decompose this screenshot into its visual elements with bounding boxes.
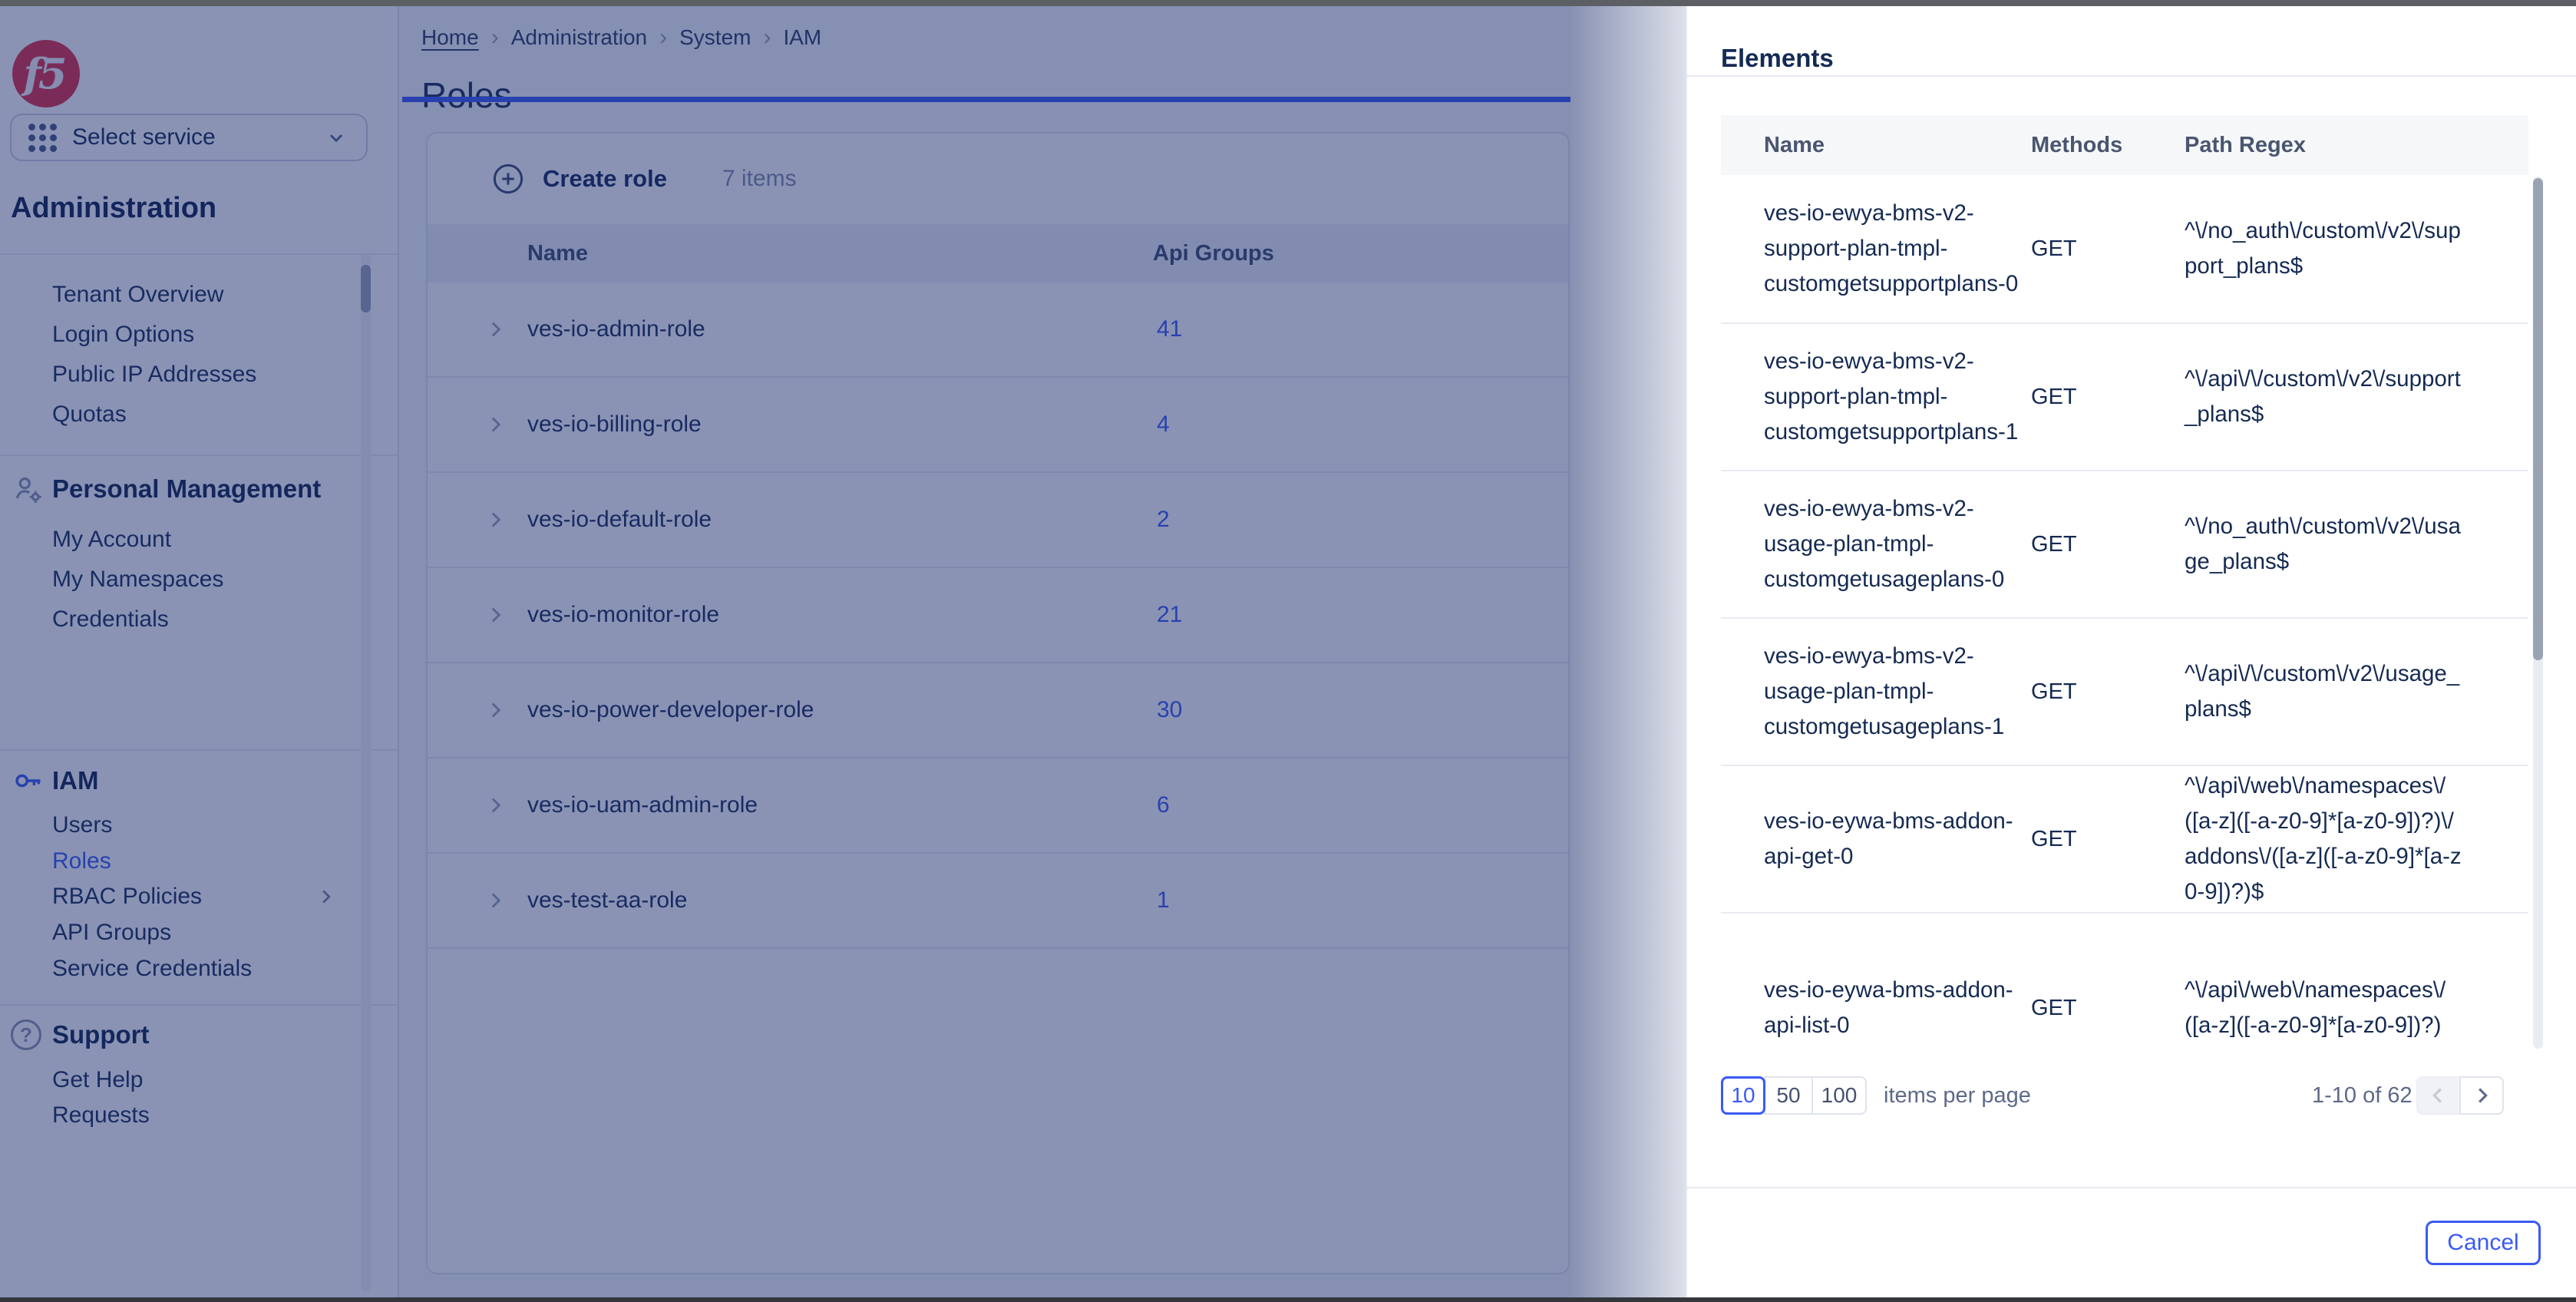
- page-size-10-button[interactable]: 10: [1721, 1076, 1765, 1115]
- previous-page-button[interactable]: [2416, 1076, 2461, 1115]
- pagination: 10 50 100 items per page: [1721, 1076, 2031, 1115]
- table-row: ves-io-eywa-bms-addon-api-get-0 GET ^\/a…: [1721, 765, 2528, 912]
- element-methods: GET: [2031, 385, 2185, 410]
- column-header-methods: Methods: [2031, 133, 2185, 158]
- drawer-title: Elements: [1721, 44, 1834, 73]
- panel-scrollbar-thumb[interactable]: [2533, 178, 2543, 660]
- chevron-left-icon: [2426, 1082, 2452, 1109]
- table-row: ves-io-ewya-bms-v2-support-plan-tmpl-cus…: [1721, 322, 2528, 470]
- elements-drawer: Elements Name Methods Path Regex ves-io-…: [1686, 0, 2576, 1302]
- cancel-button[interactable]: Cancel: [2426, 1221, 2541, 1265]
- next-page-button[interactable]: [2459, 1076, 2504, 1115]
- element-path-regex: ^\/api\/web\/namespaces\/([a-z]([-a-z0-9…: [2185, 973, 2473, 1043]
- element-name: ves-io-eywa-bms-addon-api-list-0: [1721, 973, 2031, 1043]
- element-name: ves-io-ewya-bms-v2-usage-plan-tmpl-custo…: [1721, 639, 2031, 745]
- table-row: ves-io-ewya-bms-v2-usage-plan-tmpl-custo…: [1721, 617, 2528, 765]
- page-size-100-button[interactable]: 100: [1811, 1076, 1867, 1115]
- element-path-regex: ^\/no_auth\/custom\/v2\/usage_plans$: [2185, 509, 2473, 580]
- divider: [1687, 75, 2576, 77]
- element-methods: GET: [2031, 827, 2185, 852]
- items-per-page-label: items per page: [1884, 1083, 2031, 1109]
- element-path-regex: ^\/no_auth\/custom\/v2\/support_plans$: [2185, 213, 2473, 284]
- pagination-range: 1-10 of 62: [2312, 1076, 2413, 1115]
- elements-table-body: ves-io-ewya-bms-v2-support-plan-tmpl-cus…: [1721, 175, 2528, 1050]
- element-methods: GET: [2031, 532, 2185, 557]
- element-path-regex: ^\/api\/\/custom\/v2\/support_plans$: [2185, 362, 2473, 432]
- element-name: ves-io-ewya-bms-v2-usage-plan-tmpl-custo…: [1721, 491, 2031, 597]
- element-methods: GET: [2031, 236, 2185, 262]
- column-header-name: Name: [1721, 133, 2031, 158]
- drawer-edge-glow: [1570, 0, 1686, 1302]
- element-path-regex: ^\/api\/web\/namespaces\/([a-z]([-a-z0-9…: [2185, 768, 2473, 910]
- element-path-regex: ^\/api\/\/custom\/v2\/usage_plans$: [2185, 656, 2473, 727]
- table-row: ves-io-eywa-bms-addon-api-list-0 GET ^\/…: [1721, 912, 2528, 1050]
- elements-table: Name Methods Path Regex ves-io-ewya-bms-…: [1721, 115, 2528, 1050]
- page-size-50-button[interactable]: 50: [1764, 1076, 1813, 1115]
- table-row: ves-io-ewya-bms-v2-support-plan-tmpl-cus…: [1721, 175, 2528, 322]
- element-methods: GET: [2031, 679, 2185, 705]
- modal-dim-overlay: [0, 0, 1686, 1302]
- element-name: ves-io-ewya-bms-v2-support-plan-tmpl-cus…: [1721, 344, 2031, 450]
- elements-table-header: Name Methods Path Regex: [1721, 115, 2528, 175]
- chevron-right-icon: [2469, 1082, 2495, 1109]
- column-header-path-regex: Path Regex: [2185, 133, 2473, 158]
- pagination-nav: [2416, 1076, 2504, 1115]
- element-name: ves-io-eywa-bms-addon-api-get-0: [1721, 804, 2031, 874]
- table-row: ves-io-ewya-bms-v2-usage-plan-tmpl-custo…: [1721, 470, 2528, 617]
- element-name: ves-io-ewya-bms-v2-support-plan-tmpl-cus…: [1721, 196, 2031, 302]
- window-top-edge: [0, 0, 2576, 6]
- window-bottom-edge: [0, 1297, 2576, 1302]
- element-methods: GET: [2031, 996, 2185, 1021]
- divider: [1687, 1187, 2576, 1188]
